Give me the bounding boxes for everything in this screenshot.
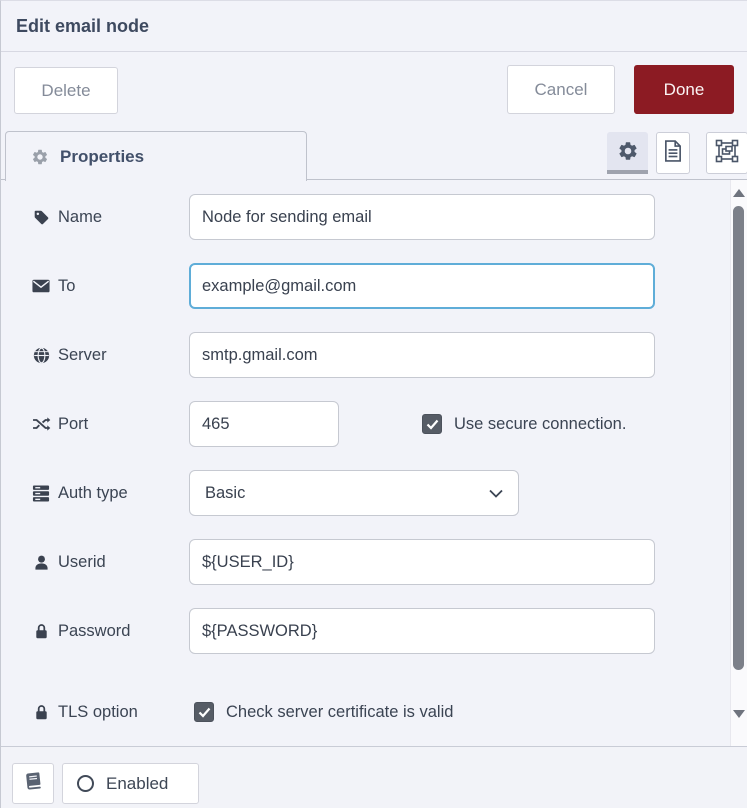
to-label: To <box>1 277 189 296</box>
dialog-header: Edit email node <box>1 1 747 52</box>
secure-connection-checkbox[interactable] <box>422 414 442 434</box>
scrollbar[interactable] <box>730 180 747 746</box>
lock-icon <box>31 704 51 720</box>
lock-icon <box>31 623 51 639</box>
dialog-title: Edit email node <box>16 16 149 37</box>
tls-label: TLS option <box>1 703 189 722</box>
tab-properties[interactable]: Properties <box>5 131 307 181</box>
enabled-label: Enabled <box>106 774 168 794</box>
port-label: Port <box>1 415 189 434</box>
form-row-to: To <box>1 263 730 309</box>
edit-email-node-dialog: Edit email node Delete Cancel Done Prope… <box>0 0 747 808</box>
dialog-footer: Enabled <box>1 747 747 808</box>
done-button[interactable]: Done <box>634 65 734 114</box>
port-input[interactable] <box>189 401 339 447</box>
secure-connection-label: Use secure connection. <box>454 415 626 434</box>
gear-icon <box>617 140 639 167</box>
check-certificate-label: Check server certificate is valid <box>226 703 453 722</box>
form-row-userid: Userid <box>1 539 730 585</box>
cancel-button[interactable]: Cancel <box>507 65 615 114</box>
name-input[interactable] <box>189 194 655 240</box>
tab-bar: Properties <box>1 129 747 180</box>
form-row-port: Port Use secure connection. <box>1 401 730 447</box>
document-icon <box>664 140 682 167</box>
form-row-password: Password <box>1 608 730 654</box>
auth-type-label: Auth type <box>1 484 189 503</box>
globe-icon <box>31 347 51 364</box>
auth-type-value: Basic <box>205 484 245 503</box>
delete-button[interactable]: Delete <box>14 67 118 114</box>
properties-form: Name To Server <box>1 180 747 747</box>
appearance-button[interactable] <box>706 132 747 174</box>
auth-type-select[interactable]: Basic <box>189 470 519 516</box>
circle-icon <box>77 775 94 792</box>
userid-label: Userid <box>1 553 189 572</box>
server-icon <box>31 485 51 502</box>
password-input[interactable] <box>189 608 655 654</box>
form-row-name: Name <box>1 194 730 240</box>
scroll-down-arrow[interactable] <box>733 710 745 718</box>
appearance-icon <box>715 139 739 168</box>
chevron-down-icon <box>489 484 503 503</box>
check-certificate-checkbox[interactable] <box>194 702 214 722</box>
properties-gear-button[interactable] <box>607 132 648 174</box>
form-row-auth-type: Auth type Basic <box>1 470 730 516</box>
tab-properties-label: Properties <box>60 147 144 167</box>
tag-icon <box>31 209 51 226</box>
name-label: Name <box>1 208 189 227</box>
book-icon <box>24 772 43 796</box>
scrollbar-thumb[interactable] <box>733 206 744 670</box>
scroll-up-arrow[interactable] <box>733 189 745 197</box>
envelope-icon <box>31 279 51 293</box>
enabled-toggle-button[interactable]: Enabled <box>62 763 199 804</box>
server-label: Server <box>1 346 189 365</box>
password-label: Password <box>1 622 189 641</box>
form-row-server: Server <box>1 332 730 378</box>
gear-icon <box>30 148 50 166</box>
to-input[interactable] <box>189 263 655 309</box>
server-input[interactable] <box>189 332 655 378</box>
node-help-button[interactable] <box>12 763 54 804</box>
form-row-tls: TLS option Check server certificate is v… <box>1 697 730 727</box>
userid-input[interactable] <box>189 539 655 585</box>
user-icon <box>31 554 51 571</box>
shuffle-icon <box>31 416 51 432</box>
description-button[interactable] <box>656 132 690 174</box>
